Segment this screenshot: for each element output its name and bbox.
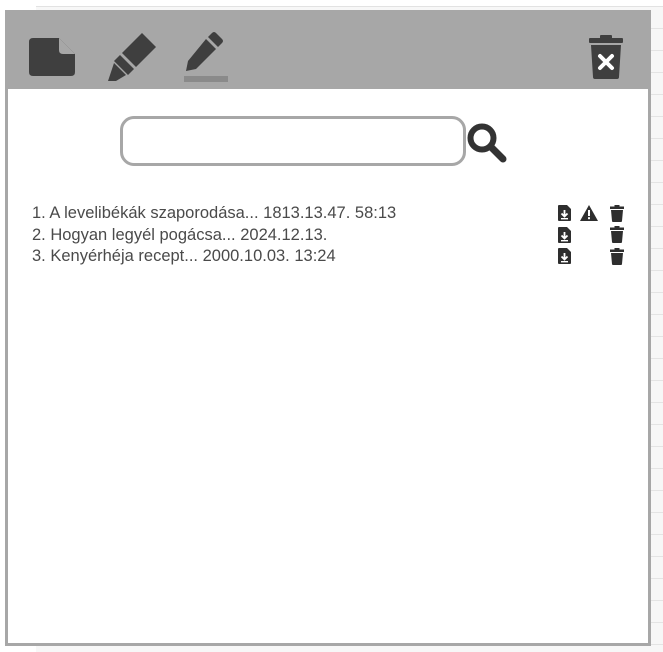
download-file-icon[interactable]: [555, 226, 573, 244]
pen-button[interactable]: [180, 31, 232, 83]
notes-list: 1. A levelibékák szaporodása... 1813.13.…: [32, 203, 632, 268]
delete-all-button[interactable]: [580, 31, 632, 83]
trash-icon[interactable]: [608, 204, 626, 222]
notes-panel: 1. A levelibékák szaporodása... 1813.13.…: [5, 10, 651, 646]
trash-x-icon: [589, 35, 623, 79]
toolbar: [8, 13, 648, 89]
list-item: 1. A levelibékák szaporodása... 1813.13.…: [32, 203, 632, 225]
new-note-button[interactable]: [26, 31, 78, 83]
list-item: 3. Kenyérhéja recept... 2000.10.03. 13:2…: [32, 246, 632, 268]
list-item: 2. Hogyan legyél pogácsa... 2024.12.13.: [32, 225, 632, 247]
search-input[interactable]: [120, 116, 466, 166]
note-title-link[interactable]: 1. A levelibékák szaporodása... 1813.13.…: [32, 204, 396, 223]
note-icon: [29, 38, 75, 76]
magnifier-icon: [467, 123, 507, 163]
trash-icon[interactable]: [608, 226, 626, 244]
note-title-link[interactable]: 2. Hogyan legyél pogácsa... 2024.12.13.: [32, 226, 327, 245]
trash-icon[interactable]: [608, 247, 626, 265]
warning-icon: [580, 204, 598, 222]
search-button[interactable]: [466, 122, 508, 164]
highlighter-icon: [108, 33, 156, 81]
download-file-icon[interactable]: [555, 247, 573, 265]
search-bar: [120, 116, 508, 168]
highlighter-button[interactable]: [106, 31, 158, 83]
download-file-icon[interactable]: [555, 204, 573, 222]
pen-icon: [184, 32, 228, 82]
note-title-link[interactable]: 3. Kenyérhéja recept... 2000.10.03. 13:2…: [32, 247, 336, 266]
